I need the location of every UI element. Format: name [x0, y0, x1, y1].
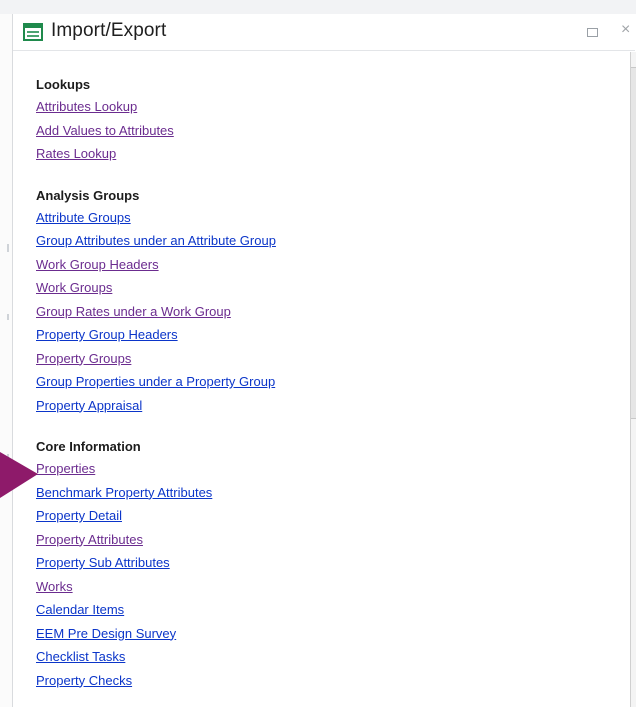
link-group-properties[interactable]: Group Properties under a Property Group — [36, 371, 596, 395]
panel-titlebar: Import/Export × — [13, 14, 635, 51]
vertical-scrollbar[interactable] — [630, 52, 636, 707]
link-property-checks[interactable]: Property Checks — [36, 670, 596, 694]
link-sections: Lookups Attributes Lookup Add Values to … — [36, 74, 596, 711]
link-group-rates[interactable]: Group Rates under a Work Group — [36, 301, 596, 325]
link-property-groups[interactable]: Property Groups — [36, 348, 596, 372]
section-heading: Analysis Groups — [36, 187, 140, 203]
link-works[interactable]: Works — [36, 576, 596, 600]
scrollbar-thumb[interactable] — [631, 67, 636, 419]
link-add-values-to-attributes[interactable]: Add Values to Attributes — [36, 120, 596, 144]
arrow-pointer-icon — [0, 452, 40, 498]
link-eem-pre-design-survey[interactable]: EEM Pre Design Survey — [36, 623, 596, 647]
close-icon[interactable]: × — [621, 21, 635, 41]
link-property-attributes[interactable]: Property Attributes — [36, 529, 596, 553]
section-lookups: Lookups Attributes Lookup Add Values to … — [36, 74, 596, 167]
section-heading: Lookups — [36, 77, 91, 92]
panel-title: Import/Export — [51, 20, 167, 41]
background-app-edge — [0, 14, 12, 707]
link-attributes-lookup[interactable]: Attributes Lookup — [36, 96, 596, 120]
link-rates-lookup[interactable]: Rates Lookup — [36, 143, 596, 167]
link-attribute-groups[interactable]: Attribute Groups — [36, 207, 596, 231]
link-group-attributes[interactable]: Group Attributes under an Attribute Grou… — [36, 230, 596, 254]
link-checklist-tasks[interactable]: Checklist Tasks — [36, 646, 596, 670]
section-analysis-groups: Analysis Groups Attribute Groups Group A… — [36, 185, 596, 419]
link-calendar-items[interactable]: Calendar Items — [36, 599, 596, 623]
background-app-strip — [0, 0, 636, 14]
link-property-group-headers[interactable]: Property Group Headers — [36, 324, 596, 348]
link-properties[interactable]: Properties — [36, 458, 596, 482]
link-work-groups[interactable]: Work Groups — [36, 277, 596, 301]
section-core-information: Core Information Properties Benchmark Pr… — [36, 436, 596, 693]
link-property-sub-attributes[interactable]: Property Sub Attributes — [36, 552, 596, 576]
restore-icon[interactable] — [587, 28, 598, 37]
link-benchmark-property-attributes[interactable]: Benchmark Property Attributes — [36, 482, 596, 506]
link-property-detail[interactable]: Property Detail — [36, 505, 596, 529]
link-property-appraisal[interactable]: Property Appraisal — [36, 395, 596, 419]
form-icon — [23, 23, 43, 41]
section-heading: Core Information — [36, 439, 141, 454]
link-work-group-headers[interactable]: Work Group Headers — [36, 254, 596, 278]
